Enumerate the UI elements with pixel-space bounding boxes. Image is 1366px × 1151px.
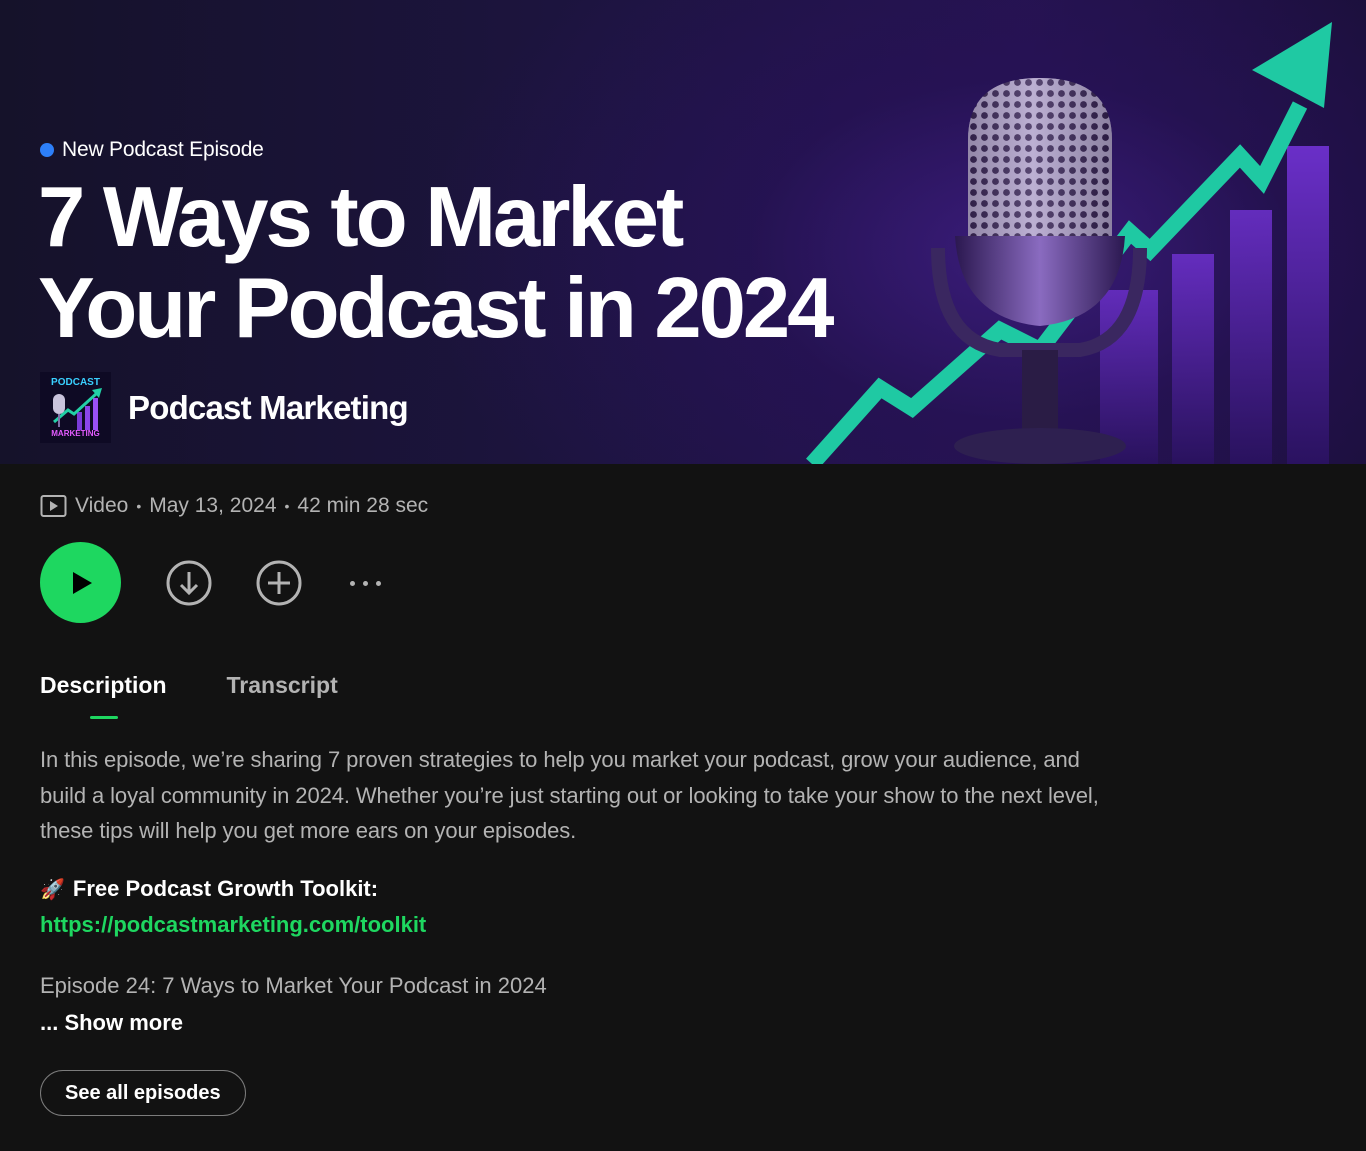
- badge-label: New Podcast Episode: [62, 138, 264, 161]
- release-date: May 13, 2024: [149, 494, 277, 517]
- mic-stand: [1022, 350, 1058, 440]
- rocket-icon: 🚀: [40, 878, 65, 901]
- episode-tabs: Description Transcript: [40, 672, 338, 719]
- new-dot-icon: [40, 143, 54, 157]
- show-info[interactable]: PODCAST MARKETING Podcast Marketing: [40, 372, 409, 443]
- show-name-link[interactable]: Podcast Marketing: [128, 389, 409, 427]
- mic-base: [954, 428, 1126, 464]
- episode-duration: 42 min 28 sec: [297, 494, 429, 517]
- tab-transcript-label: Transcript: [226, 672, 338, 698]
- episode-number-line: Episode 24: 7 Ways to Market Your Podcas…: [40, 973, 547, 998]
- episode-actions: [40, 542, 440, 624]
- play-icon: [72, 571, 92, 594]
- meta-separator: •: [284, 498, 290, 514]
- media-type: Video: [75, 494, 129, 517]
- tab-transcript[interactable]: Transcript: [227, 672, 338, 719]
- more-options-button[interactable]: [350, 572, 394, 594]
- trend-arrow-head: [1252, 22, 1332, 108]
- logo-text-bottom: MARKETING: [51, 429, 100, 438]
- episode-badge: New Podcast Episode: [40, 138, 264, 162]
- show-more-button[interactable]: ... Show more: [40, 1010, 183, 1036]
- toolkit-link[interactable]: https://podcastmarketing.com/toolkit: [40, 912, 426, 938]
- add-to-library-button[interactable]: [256, 560, 302, 606]
- tab-description-label: Description: [40, 672, 167, 698]
- chart-bar: [1172, 254, 1214, 464]
- see-all-episodes-button[interactable]: See all episodes: [40, 1070, 246, 1116]
- download-icon: [166, 560, 212, 606]
- video-icon: [40, 495, 67, 517]
- tab-description[interactable]: Description: [40, 672, 167, 719]
- chart-bar: [1230, 210, 1272, 464]
- meta-separator: •: [136, 498, 142, 514]
- episode-hero-banner: New Podcast Episode 7 Ways to Market You…: [0, 0, 1366, 464]
- toolkit-heading: 🚀 Free Podcast Growth Toolkit:: [40, 876, 378, 902]
- more-icon: [350, 580, 355, 586]
- chart-bar: [1287, 146, 1329, 464]
- episode-title-line-1: 7 Ways to Market: [38, 170, 684, 265]
- add-icon: [256, 560, 302, 606]
- mic-cup: [955, 236, 1125, 326]
- episode-title-line-2: Your Podcast in 2024: [38, 261, 834, 356]
- episode-meta: Video • May 13, 2024 • 42 min 28 sec: [40, 494, 428, 518]
- more-icon: [376, 580, 381, 586]
- active-tab-indicator: [90, 716, 118, 719]
- episode-description: In this episode, we’re sharing 7 proven …: [40, 747, 1099, 843]
- toolkit-label: Free Podcast Growth Toolkit:: [72, 876, 379, 901]
- show-logo[interactable]: PODCAST MARKETING: [40, 372, 111, 443]
- download-button[interactable]: [166, 560, 212, 606]
- episode-title: 7 Ways to Market Your Podcast in 2024: [38, 172, 938, 354]
- more-icon: [363, 580, 368, 586]
- play-button[interactable]: [40, 542, 121, 623]
